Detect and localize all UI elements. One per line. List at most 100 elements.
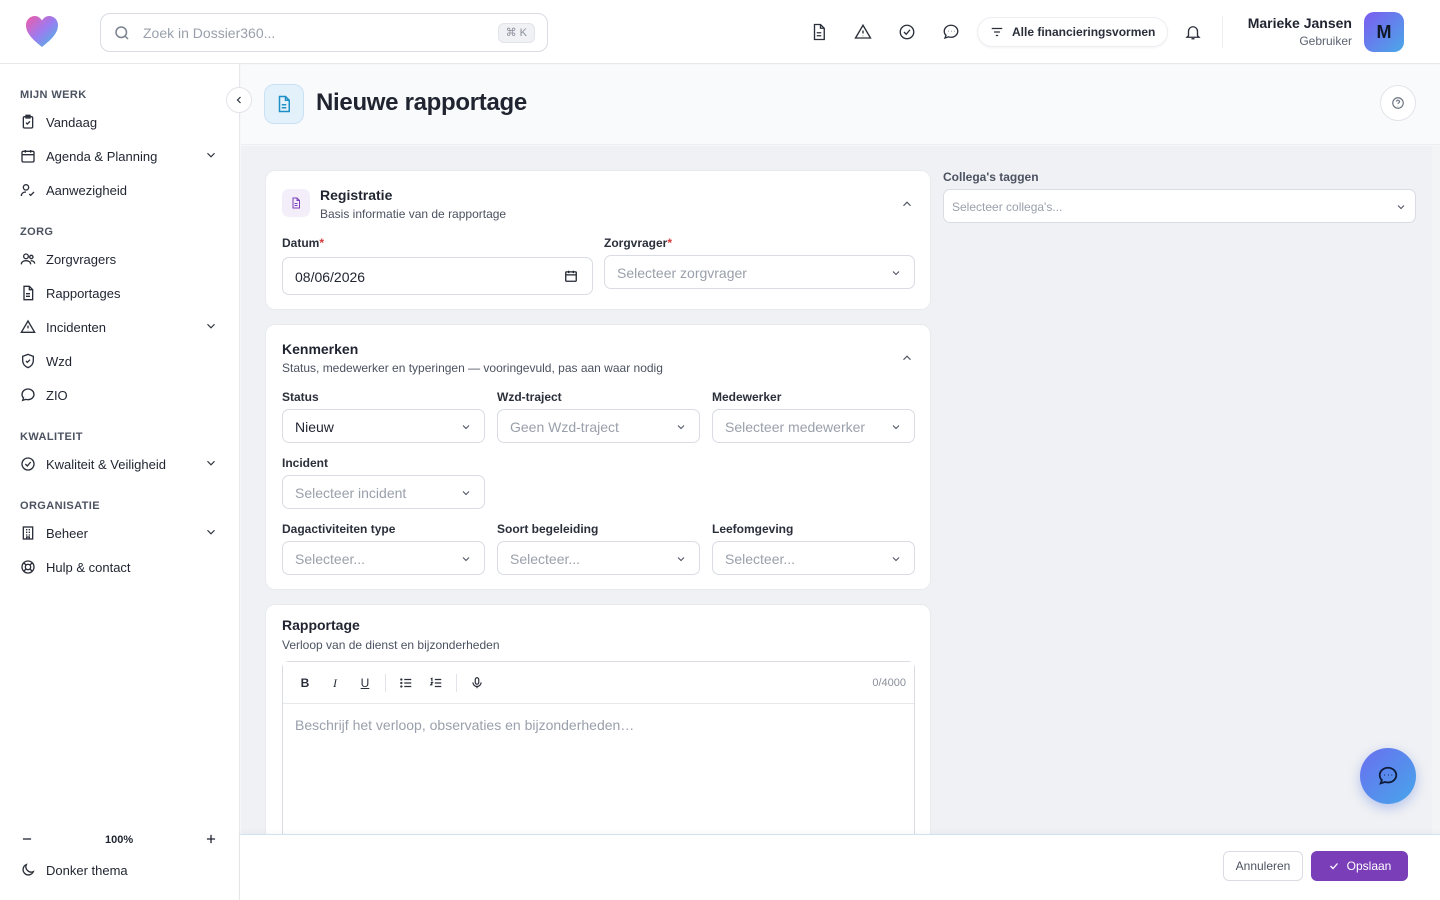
check-circle-icon xyxy=(20,456,36,472)
status-value: Nieuw xyxy=(295,419,334,435)
sidebar-item-aanwezigheid[interactable]: Aanwezigheid xyxy=(20,177,220,203)
sidebar-item-wzd[interactable]: Wzd xyxy=(20,348,220,374)
bullet-list-icon[interactable] xyxy=(397,674,415,692)
zorgvrager-select[interactable]: Selecteer zorgvrager xyxy=(604,255,915,289)
scrollbar[interactable] xyxy=(1432,146,1440,834)
chevron-down-icon xyxy=(675,421,687,433)
status-select[interactable]: Nieuw xyxy=(282,409,485,443)
sidebar-item-agenda-planning[interactable]: Agenda & Planning xyxy=(20,143,220,169)
chat-icon[interactable] xyxy=(940,21,962,43)
sidebar-item-rapportages[interactable]: Rapportages xyxy=(20,280,220,306)
sidebar-item-beheer[interactable]: Beheer xyxy=(20,520,220,546)
chevron-up-icon[interactable] xyxy=(900,197,914,211)
leefomgeving-placeholder: Selecteer... xyxy=(725,551,796,567)
zoom-out-button[interactable] xyxy=(20,832,34,846)
bold-button[interactable]: B xyxy=(296,674,314,692)
chevron-down-icon[interactable] xyxy=(204,525,218,539)
editor-toolbar: B I U 0/4000 xyxy=(283,662,914,704)
financing-filter-button[interactable]: Alle financieringsvormen xyxy=(977,17,1169,47)
sidebar-item-kwaliteit-veiligheid[interactable]: Kwaliteit & Veiligheid xyxy=(20,451,220,477)
chat-icon xyxy=(20,387,36,403)
status-label: Status xyxy=(282,390,319,404)
sidebar-item-vandaag[interactable]: Vandaag xyxy=(20,109,220,135)
document-icon xyxy=(264,84,304,124)
lifebuoy-icon xyxy=(20,559,36,575)
underline-button[interactable]: U xyxy=(356,674,374,692)
document-icon[interactable] xyxy=(808,21,830,43)
toolbar-divider xyxy=(456,674,457,692)
datum-label: Datum* xyxy=(282,236,324,250)
leefomgeving-select[interactable]: Selecteer... xyxy=(712,541,915,575)
zorgvrager-label: Zorgvrager* xyxy=(604,236,672,250)
sidebar-item-incidenten[interactable]: Incidenten xyxy=(20,314,220,340)
dagactiviteiten-select[interactable]: Selecteer... xyxy=(282,541,485,575)
cancel-button[interactable]: Annuleren xyxy=(1223,851,1303,881)
sidebar-item-label: Beheer xyxy=(46,525,88,541)
begeleiding-label: Soort begeleiding xyxy=(497,522,599,536)
begeleiding-select[interactable]: Selecteer... xyxy=(497,541,700,575)
sidebar-item-label: Hulp & contact xyxy=(46,559,131,575)
warning-icon[interactable] xyxy=(852,21,874,43)
chevron-down-icon[interactable] xyxy=(204,456,218,470)
rapportage-subtitle: Verloop van de dienst en bijzonderheden xyxy=(282,638,500,652)
heart-logo-icon[interactable] xyxy=(24,15,60,49)
rapportage-editor[interactable]: B I U 0/4000 Beschrijf het verloop, obse… xyxy=(282,661,915,834)
bell-icon[interactable] xyxy=(1182,21,1204,43)
search-placeholder: Zoek in Dossier360... xyxy=(143,25,276,41)
sidebar-item-zorgvragers[interactable]: Zorgvragers xyxy=(20,246,220,272)
chevron-down-icon xyxy=(675,553,687,565)
sidebar-item-zio[interactable]: ZIO xyxy=(20,382,220,408)
incident-select[interactable]: Selecteer incident xyxy=(282,475,485,509)
topbar-divider xyxy=(1222,16,1223,48)
chevron-down-icon xyxy=(890,267,902,279)
datum-field[interactable]: 08/06/2026 xyxy=(282,257,593,295)
begeleiding-placeholder: Selecteer... xyxy=(510,551,581,567)
dagactiviteiten-label: Dagactiviteiten type xyxy=(282,522,396,536)
sidebar-item-label: Wzd xyxy=(46,353,72,369)
chat-assistant-button[interactable] xyxy=(1360,748,1416,804)
filter-icon xyxy=(990,25,1004,39)
zoom-in-button[interactable] xyxy=(204,832,218,846)
kenmerken-title: Kenmerken xyxy=(282,341,359,357)
required-marker: * xyxy=(319,236,325,250)
chevron-down-icon[interactable] xyxy=(204,148,218,162)
wzd-traject-label: Wzd-traject xyxy=(497,390,562,404)
sidebar-item-hulp-contact[interactable]: Hulp & contact xyxy=(20,554,220,580)
moon-icon xyxy=(20,862,36,878)
sidebar-item-label: Aanwezigheid xyxy=(46,182,127,198)
chevron-down-icon[interactable] xyxy=(204,319,218,333)
warning-icon xyxy=(20,319,36,335)
section-organisatie: ORGANISATIE xyxy=(20,500,100,512)
wzd-traject-select[interactable]: Geen Wzd-traject xyxy=(497,409,700,443)
avatar[interactable]: M xyxy=(1364,12,1404,52)
chevron-down-icon xyxy=(460,553,472,565)
shield-icon xyxy=(20,353,36,369)
registratie-card: Registratie Basis informatie van de rapp… xyxy=(265,170,931,310)
search-icon xyxy=(113,24,131,42)
italic-button[interactable]: I xyxy=(326,674,344,692)
top-bar: Zoek in Dossier360... ⌘ K Alle financier… xyxy=(0,0,1440,64)
sidebar-collapse-button[interactable] xyxy=(226,87,252,113)
help-button[interactable] xyxy=(1380,85,1416,121)
search-bar[interactable]: Zoek in Dossier360... ⌘ K xyxy=(100,13,548,52)
chevron-up-icon[interactable] xyxy=(900,351,914,365)
save-button[interactable]: Opslaan xyxy=(1311,851,1408,881)
dagactiviteiten-placeholder: Selecteer... xyxy=(295,551,366,567)
chevron-down-icon xyxy=(890,553,902,565)
toolbar-divider xyxy=(385,674,386,692)
numbered-list-icon[interactable] xyxy=(427,674,445,692)
registratie-title: Registratie xyxy=(320,187,393,203)
tag-colleagues-select[interactable]: Selecteer collega's... xyxy=(943,189,1416,223)
leefomgeving-label: Leefomgeving xyxy=(712,522,794,536)
chat-icon xyxy=(1377,765,1399,787)
search-shortcut-hint: ⌘ K xyxy=(497,23,535,43)
microphone-icon[interactable] xyxy=(468,674,486,692)
user-name: Marieke Jansen xyxy=(1247,15,1352,31)
check-circle-icon[interactable] xyxy=(896,21,918,43)
character-count: 0/4000 xyxy=(872,677,906,689)
dark-theme-toggle[interactable]: Donker thema xyxy=(20,862,128,878)
zorgvrager-placeholder: Selecteer zorgvrager xyxy=(617,265,747,281)
page-header: Nieuwe rapportage xyxy=(241,65,1440,145)
calendar-icon[interactable] xyxy=(564,269,578,283)
medewerker-select[interactable]: Selecteer medewerker xyxy=(712,409,915,443)
